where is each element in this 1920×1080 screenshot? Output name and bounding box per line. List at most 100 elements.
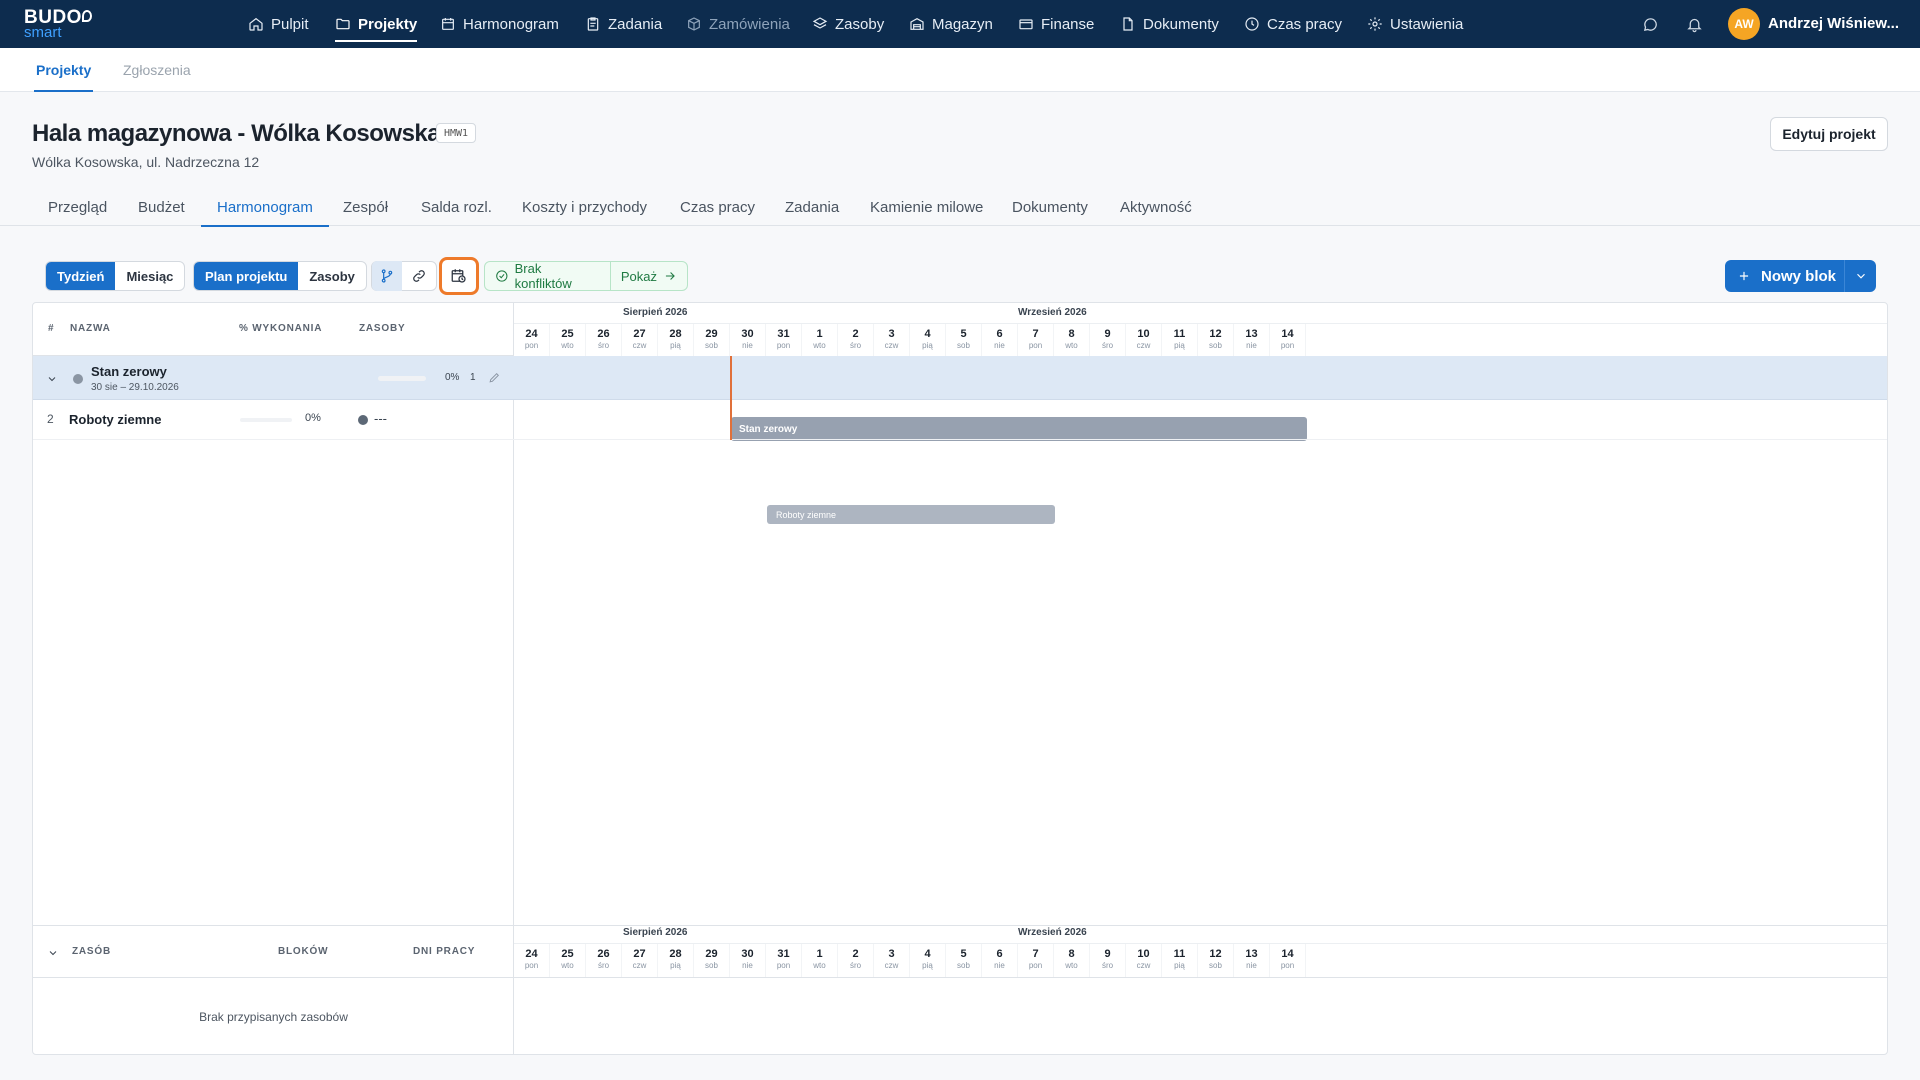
column-header-progress: % WYKONANIA: [239, 323, 323, 334]
notifications-button[interactable]: [1684, 14, 1704, 34]
timeline-day: 24 pon: [514, 944, 550, 977]
timeline-day: 9 śro: [1090, 944, 1126, 977]
day-number: 24: [525, 948, 538, 960]
project-address: Wólka Kosowska, ul. Nadrzeczna 12: [32, 154, 260, 170]
timeline-day: 1 wto: [802, 324, 838, 357]
day-number: 12: [1209, 328, 1222, 340]
day-number: 28: [669, 948, 682, 960]
day-number: 29: [705, 328, 718, 340]
calendar-schedule-button[interactable]: [439, 257, 479, 295]
tab-harmonogram[interactable]: Harmonogram: [201, 188, 329, 227]
timeline-day: 6 nie: [982, 324, 1018, 357]
timeline-day: 8 wto: [1054, 324, 1090, 357]
view-resources-button[interactable]: Zasoby: [298, 262, 366, 290]
timeline-day: 9 śro: [1090, 324, 1126, 357]
conflicts-indicator: Brak konfliktów Pokaż: [484, 261, 688, 291]
new-block-dropdown-button[interactable]: [1845, 269, 1876, 283]
nav-item-zasoby[interactable]: Zasoby: [812, 0, 884, 48]
tab-salda[interactable]: Salda rozl.: [421, 188, 492, 226]
timeline-day: 25 wto: [550, 324, 586, 357]
messages-button[interactable]: [1640, 14, 1660, 34]
weekday-label: nie: [742, 341, 753, 350]
nav-item-label: Zasoby: [835, 15, 885, 33]
day-number: 14: [1281, 948, 1294, 960]
brand-logo[interactable]: BUDO smart: [24, 8, 92, 40]
timeline-day: 12 sob: [1198, 324, 1234, 357]
period-month-button[interactable]: Miesiąc: [115, 262, 184, 290]
weekday-label: pon: [524, 961, 539, 970]
weekday-label: wto: [1065, 341, 1078, 350]
nav-item-projekty[interactable]: Projekty: [335, 0, 418, 48]
tab-czas-pracy[interactable]: Czas pracy: [680, 188, 755, 226]
task-name: Roboty ziemne: [69, 412, 162, 427]
view-plan-button[interactable]: Plan projektu: [194, 262, 299, 290]
nav-item-dokumenty[interactable]: Dokumenty: [1120, 0, 1219, 48]
edit-project-button[interactable]: Edytuj projekt: [1770, 117, 1888, 151]
weekday-label: czw: [1136, 961, 1151, 970]
day-number: 31: [777, 328, 790, 340]
timeline-day: 2 śro: [838, 944, 874, 977]
day-number: 27: [633, 328, 646, 340]
task-row[interactable]: 2 Roboty ziemne 0% --- Roboty ziemne: [33, 400, 1887, 524]
nav-item-label: Ustawienia: [1390, 15, 1464, 33]
timeline-day: 25 wto: [550, 944, 586, 977]
weekday-label: sob: [957, 341, 970, 350]
tab-aktywnosc[interactable]: Aktywność: [1120, 188, 1192, 226]
nav-item-pulpit[interactable]: Pulpit: [248, 0, 309, 48]
weekday-label: czw: [1136, 341, 1151, 350]
resources-body: Brak przypisanych zasobów: [33, 978, 514, 1054]
calendar-clock-icon: [451, 269, 466, 283]
nav-item-ustawienia[interactable]: Ustawienia: [1367, 0, 1463, 48]
nav-item-zadania[interactable]: Zadania: [585, 0, 662, 48]
weekday-label: czw: [884, 341, 899, 350]
timeline-day: 2 śro: [838, 324, 874, 357]
timeline-day: 29 sob: [694, 324, 730, 357]
dependencies-button[interactable]: [372, 261, 402, 291]
nav-item-zamowienia[interactable]: Zamówienia: [686, 0, 790, 48]
weekday-label: nie: [994, 961, 1005, 970]
timeline-day: 7 pon: [1018, 324, 1054, 357]
brand-logo-mark-icon: [82, 10, 92, 22]
tab-zadania[interactable]: Zadania: [785, 188, 839, 226]
tab-zespol[interactable]: Zespół: [343, 188, 388, 226]
nav-item-finanse[interactable]: Finanse: [1018, 0, 1094, 48]
day-number: 12: [1209, 948, 1222, 960]
gantt-panel: # NAZWA % WYKONANIA ZASOBY Sierpień 2026…: [32, 302, 1888, 1055]
conflicts-label: Brak konfliktów: [514, 261, 572, 291]
chevron-down-icon: [48, 377, 56, 382]
gantt-bar-task[interactable]: Roboty ziemne: [767, 505, 1055, 524]
day-number: 14: [1281, 328, 1294, 340]
tab-dokumenty[interactable]: Dokumenty: [1012, 188, 1088, 226]
show-conflicts-button[interactable]: Pokaż: [611, 269, 687, 284]
link-button[interactable]: [404, 261, 434, 291]
timeline-day: 10 czw: [1126, 324, 1162, 357]
project-code-badge: HMW1: [436, 123, 477, 143]
new-block-main-button[interactable]: Nowy blok: [1725, 260, 1845, 292]
edit-group-button[interactable]: [488, 371, 501, 384]
sub-navigation: Projekty Zgłoszenia: [0, 48, 1920, 92]
tab-koszty[interactable]: Koszty i przychody: [522, 188, 647, 226]
column-header-blocks: BLOKÓW: [278, 946, 329, 957]
period-week-button[interactable]: Tydzień: [46, 262, 116, 290]
user-name[interactable]: Andrzej Wiśniew...: [1768, 15, 1899, 32]
timeline-day: 4 pią: [910, 944, 946, 977]
day-number: 11: [1173, 328, 1186, 340]
user-avatar[interactable]: AW: [1728, 8, 1760, 40]
day-number: 3: [888, 328, 895, 340]
tab-budzet[interactable]: Budżet: [138, 188, 185, 226]
collapse-toggle[interactable]: [46, 372, 58, 384]
nav-item-czas-pracy[interactable]: Czas pracy: [1244, 0, 1342, 48]
group-row[interactable]: Stan zerowy 30 sie – 29.10.2026 0% 1 Sta…: [33, 356, 1887, 441]
nav-item-harmonogram[interactable]: Harmonogram: [440, 0, 559, 48]
tab-przeglad[interactable]: Przegląd: [48, 188, 107, 226]
subtab-zgloszenia[interactable]: Zgłoszenia: [123, 48, 191, 92]
subtab-projekty[interactable]: Projekty: [33, 48, 94, 92]
tab-kamienie[interactable]: Kamienie milowe: [870, 188, 983, 226]
column-header-name: NAZWA: [70, 323, 111, 334]
status-dot: [73, 374, 83, 384]
group-dates: 30 sie – 29.10.2026: [91, 382, 179, 393]
resources-collapse-toggle[interactable]: [47, 946, 59, 958]
column-header-number: #: [48, 323, 55, 334]
day-number: 7: [1032, 948, 1039, 960]
nav-item-magazyn[interactable]: Magazyn: [909, 0, 993, 48]
